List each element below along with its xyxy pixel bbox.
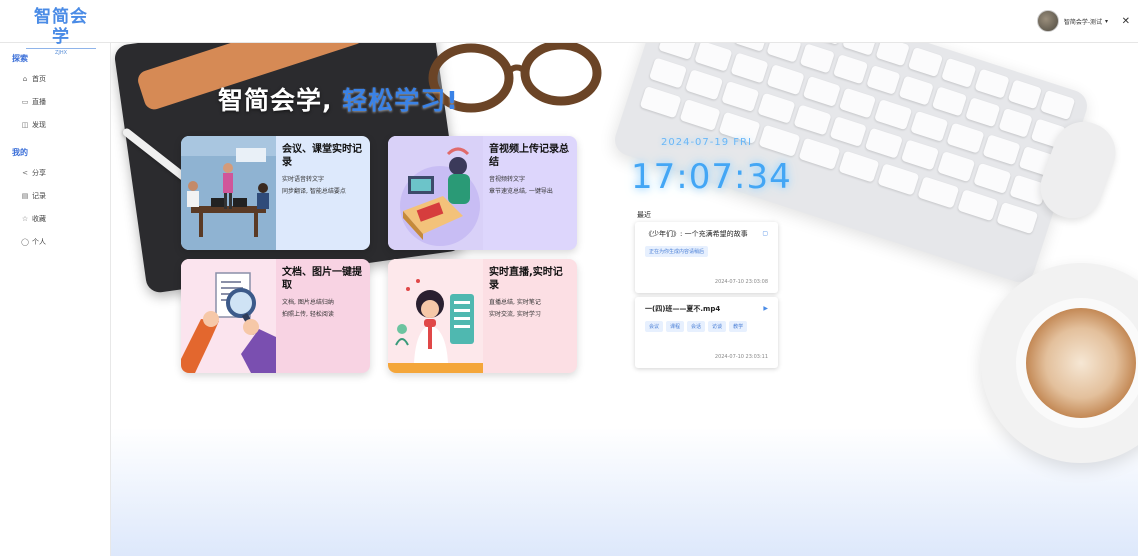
tag: 会议 <box>645 321 664 332</box>
hero-accent: 轻松学习! <box>342 86 459 115</box>
live-illustration <box>388 259 483 373</box>
sidebar-item-label: 收藏 <box>32 214 46 223</box>
recent-item-title: 一(四)班——夏不.mp4 <box>645 305 721 313</box>
card-desc: 实时交流, 实时学习 <box>489 311 541 318</box>
chevron-down-icon[interactable]: ▾ <box>1105 18 1108 25</box>
card-desc: 文档, 图片总结归纳 <box>282 299 334 306</box>
feature-card-upload[interactable]: 音视频上传记录总结 音视频转文字 章节速览总结, 一键导出 <box>388 136 577 250</box>
hero-text: 智简会学, <box>218 86 333 115</box>
sidebar-item-label: 直播 <box>32 97 46 106</box>
sidebar-item-profile[interactable]: ◯ 个人 <box>0 230 110 253</box>
share-icon: < <box>22 168 28 177</box>
upload-illustration <box>388 136 483 250</box>
main-content: 智简会学, 轻松学习! 会议、课堂实时记录 实时语音转文字 同步翻译, 智能总结… <box>111 43 1138 556</box>
card-desc: 直播总结, 实时笔记 <box>489 299 541 306</box>
coffee-cup-image <box>981 263 1138 463</box>
sidebar-group-mine: 我的 <box>12 148 28 157</box>
recent-item[interactable]: 《少年们》: 一个充满希望的故事 ▢ 正在为你生成内容请稍后 2024-07-1… <box>635 222 778 293</box>
card-desc: 拍照上传, 轻松阅读 <box>282 311 334 318</box>
sidebar-item-records[interactable]: ▤ 记录 <box>0 184 110 207</box>
sidebar-item-label: 首页 <box>32 74 46 83</box>
compass-icon: ◫ <box>21 120 29 129</box>
username[interactable]: 智简会学-测试 <box>1064 17 1102 26</box>
star-icon: ☆ <box>21 214 29 223</box>
tag: 课程 <box>666 321 685 332</box>
sidebar-item-label: 个人 <box>32 237 46 246</box>
tag: 访谈 <box>708 321 727 332</box>
sidebar-item-home[interactable]: ⌂ 首页 <box>0 67 110 90</box>
avatar[interactable] <box>1036 10 1059 32</box>
recent-item-time: 2024-07-10 23:03:08 <box>714 279 768 285</box>
recent-item-title: 《少年们》: 一个充满希望的故事 <box>645 230 748 238</box>
user-icon: ◯ <box>21 237 29 246</box>
feature-card-meeting[interactable]: 会议、课堂实时记录 实时语音转文字 同步翻译, 智能总结要点 <box>181 136 370 250</box>
hero-title: 智简会学, 轻松学习! <box>218 81 459 117</box>
date-display: 2024-07-19 FRI <box>661 137 752 148</box>
sidebar: 探索 ⌂ 首页 ▭ 直播 ◫ 发现 我的 < 分享 ▤ 记录 ☆ 收藏 ◯ 个人 <box>0 43 111 556</box>
card-title: 会议、课堂实时记录 <box>282 144 362 168</box>
recent-item[interactable]: 一(四)班——夏不.mp4 ▶ 会议 课程 会话 访谈 教学 2024-07-1… <box>635 297 778 368</box>
logo-subtitle: ZJHX <box>26 48 96 56</box>
sidebar-item-label: 分享 <box>32 168 46 177</box>
card-title: 音视频上传记录总结 <box>489 144 569 168</box>
tag-list: 会议 课程 会话 访谈 教学 <box>645 321 768 332</box>
card-desc: 实时语音转文字 <box>282 176 325 183</box>
card-title: 实时直播,实时记录 <box>489 267 563 291</box>
feature-card-document[interactable]: 文档、图片一键提取 文档, 图片总结归纳 拍照上传, 轻松阅读 <box>181 259 370 373</box>
sidebar-item-share[interactable]: < 分享 <box>0 161 110 184</box>
logo-title: 智简会学 <box>34 7 88 47</box>
top-header: 智简会学 ZJHX 智简会学-测试 ▾ ✕ <box>0 0 1138 56</box>
list-icon: ▤ <box>21 191 29 200</box>
card-desc: 音视频转文字 <box>489 176 526 183</box>
sidebar-item-live[interactable]: ▭ 直播 <box>0 90 110 113</box>
tag-list: 正在为你生成内容请稍后 <box>645 246 768 257</box>
feature-card-live[interactable]: 实时直播,实时记录 直播总结, 实时笔记 实时交流, 实时学习 <box>388 259 577 373</box>
user-menu[interactable]: 智简会学-测试 ▾ <box>1036 10 1108 32</box>
home-icon: ⌂ <box>22 74 28 83</box>
meeting-illustration <box>181 136 276 250</box>
app-logo[interactable]: 智简会学 ZJHX <box>26 7 96 56</box>
sidebar-item-label: 记录 <box>32 191 46 200</box>
video-file-icon[interactable]: ▶ <box>763 305 768 312</box>
document-icon[interactable]: ▢ <box>762 230 768 237</box>
recent-item-time: 2024-07-10 23:03:11 <box>714 354 768 360</box>
sidebar-item-favorites[interactable]: ☆ 收藏 <box>0 207 110 230</box>
tag: 正在为你生成内容请稍后 <box>645 246 709 257</box>
document-illustration <box>181 259 276 373</box>
card-desc: 同步翻译, 智能总结要点 <box>282 188 346 195</box>
clock-display: 17:07:34 <box>631 157 792 197</box>
recent-label: 最近 <box>637 211 651 219</box>
tag: 会话 <box>687 321 706 332</box>
video-icon: ▭ <box>21 97 29 106</box>
fullscreen-icon[interactable]: ✕ <box>1122 16 1130 27</box>
sidebar-item-discover[interactable]: ◫ 发现 <box>0 113 110 136</box>
card-desc: 章节速览总结, 一键导出 <box>489 188 553 195</box>
card-title: 文档、图片一键提取 <box>282 267 362 291</box>
sidebar-item-label: 发现 <box>32 120 46 129</box>
tag: 教学 <box>729 321 748 332</box>
